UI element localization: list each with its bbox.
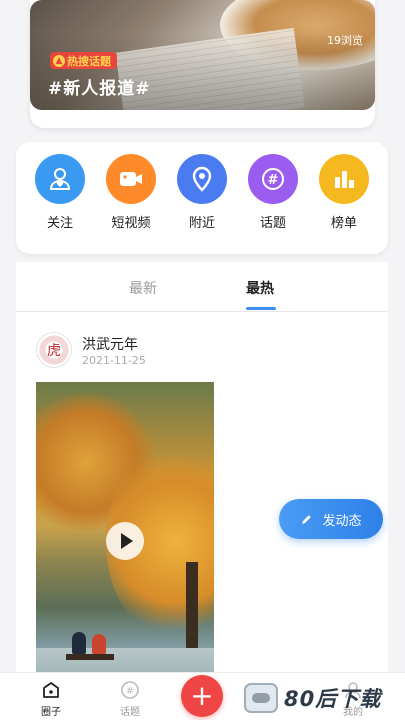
nav-ranking[interactable]: 榜单 [314,154,374,231]
video-thumbnail[interactable] [36,382,214,682]
feed-tabs: 最新 最热 [16,262,388,312]
flame-icon: ▲ [53,54,65,67]
play-icon [121,533,133,549]
bottom-nav-topic-label: 话题 [120,707,140,718]
quick-nav: 关注 短视频 附近 # 话题 榜单 [16,142,388,254]
svg-text:#: # [268,173,279,188]
svg-text:#: # [126,686,134,697]
bottom-nav-home[interactable]: 圈子 [26,679,76,718]
post-author[interactable]: 洪武元年 [82,334,138,354]
video-icon [106,154,156,204]
nav-topics-label: 话题 [259,216,286,231]
play-button[interactable] [106,522,144,560]
watermark-text: 80后下载 [284,687,382,711]
bar-chart-icon [319,154,369,204]
nav-topics[interactable]: # 话题 [243,154,303,231]
bottom-nav-topic[interactable]: # 话题 [105,679,155,718]
hot-topic-badge: ▲ 热搜话题 [50,52,117,69]
banner-image: 19浏览 ▲ 热搜话题 #新人报道# [30,0,375,110]
create-post-button[interactable]: + [181,675,223,717]
pen-icon [302,514,312,524]
post-update-button[interactable]: 发动态 [279,499,383,539]
avatar-seal-glyph: 虎 [47,343,61,359]
site-watermark: 80后下载 [244,680,381,716]
hot-badge-label: 热搜话题 [67,54,111,68]
nav-follow-label: 关注 [46,216,73,231]
nav-follow[interactable]: 关注 [30,154,90,231]
watermark-logo-icon [244,683,278,713]
nav-nearby[interactable]: 附近 [172,154,232,231]
plus-icon: + [190,679,214,712]
nav-short-video-label: 短视频 [111,216,151,231]
tab-hot[interactable]: 最热 [246,278,274,298]
banner-topic-title: #新人报道# [48,79,151,99]
home-icon [40,679,62,701]
active-tab-indicator [246,307,276,310]
nav-short-video[interactable]: 短视频 [101,154,161,231]
topic-hash-icon: # [119,679,141,701]
hot-topic-banner[interactable]: 19浏览 ▲ 热搜话题 #新人报道# [30,0,375,128]
user-heart-icon [35,154,85,204]
app-screen: 19浏览 ▲ 热搜话题 #新人报道# 关注 短视频 附近 # 话题 榜单 最新 … [0,0,405,720]
nav-ranking-label: 榜单 [330,216,357,231]
view-count: 19浏览 [327,34,363,47]
hashtag-icon: # [248,154,298,204]
bottom-nav-home-label: 圈子 [41,707,61,718]
tab-latest[interactable]: 最新 [129,278,157,298]
avatar[interactable]: 虎 [36,332,72,368]
location-pin-icon [177,154,227,204]
feed-post: 虎 洪武元年 2021-11-25 [16,312,388,682]
nav-nearby-label: 附近 [188,216,215,231]
post-date: 2021-11-25 [82,354,146,367]
post-update-label: 发动态 [322,513,362,529]
